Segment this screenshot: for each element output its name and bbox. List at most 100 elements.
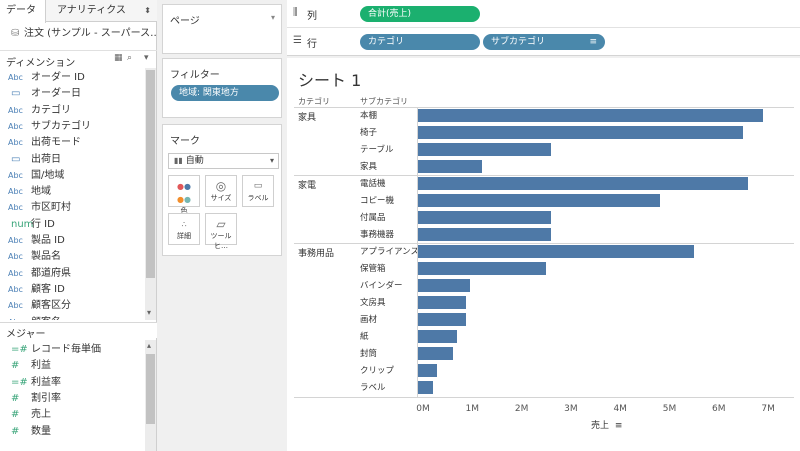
bar[interactable] bbox=[418, 211, 552, 224]
bar[interactable] bbox=[418, 347, 453, 360]
string-type-icon: Abc bbox=[8, 315, 30, 321]
size-button[interactable]: ◎ サイズ bbox=[205, 175, 237, 207]
field-item[interactable]: ▭ 出荷日 bbox=[0, 152, 144, 168]
field-item[interactable]: Abc 顧客区分 bbox=[0, 298, 144, 314]
field-item[interactable]: Abc 製品名 bbox=[0, 249, 144, 265]
field-item[interactable]: ▭ オーダー日 bbox=[0, 86, 144, 102]
field-item[interactable]: Abc 製品 ID bbox=[0, 233, 144, 249]
color-button[interactable]: ●● ●● 色 bbox=[168, 175, 200, 215]
detail-button[interactable]: ∴ 詳細 bbox=[168, 213, 200, 245]
subcategory-label[interactable]: 文房具 bbox=[360, 295, 386, 311]
scroll-down-icon[interactable]: ▾ bbox=[147, 308, 151, 317]
subcategory-label[interactable]: 付属品 bbox=[360, 210, 386, 226]
field-item[interactable]: Abc 地域 bbox=[0, 184, 144, 200]
measures-scroll-thumb[interactable] bbox=[146, 354, 155, 424]
tooltip-button[interactable]: ▱ ツールヒ… bbox=[205, 213, 237, 250]
sort-descending-icon[interactable]: ≡ bbox=[589, 34, 597, 50]
bar[interactable] bbox=[418, 296, 467, 309]
subcategory-label[interactable]: 家具 bbox=[360, 159, 377, 175]
dimensions-scroll-thumb[interactable] bbox=[146, 70, 155, 278]
data-source[interactable]: ⛁ 注文 (サンプル - スーパース… bbox=[0, 24, 157, 44]
subcategory-label[interactable]: 画材 bbox=[360, 312, 377, 328]
bar[interactable] bbox=[418, 313, 467, 326]
label-button[interactable]: ▭ ラベル bbox=[242, 175, 274, 207]
bar[interactable] bbox=[418, 245, 695, 258]
field-item[interactable]: # 数量 bbox=[0, 424, 144, 440]
tab-data[interactable]: データ bbox=[0, 0, 46, 23]
bar[interactable] bbox=[418, 126, 744, 139]
category-label[interactable]: 家具 bbox=[298, 110, 316, 123]
field-item[interactable]: =# レコード毎単価 bbox=[0, 342, 144, 358]
bar[interactable] bbox=[418, 262, 547, 275]
x-axis-tick-label: 5M bbox=[662, 404, 677, 414]
detail-icon: ∴ bbox=[181, 220, 187, 229]
rows-pill-subcategory[interactable]: サブカテゴリ ≡ bbox=[483, 34, 605, 50]
subcategory-label[interactable]: 封筒 bbox=[360, 346, 377, 362]
bar[interactable] bbox=[418, 177, 749, 190]
subcategory-label[interactable]: テーブル bbox=[360, 142, 394, 158]
field-item[interactable]: Abc 都道府県 bbox=[0, 266, 144, 282]
columns-pill-sales[interactable]: 合計(売上) bbox=[360, 6, 480, 22]
number-type-icon: # bbox=[11, 392, 20, 404]
subcategory-label[interactable]: 紙 bbox=[360, 329, 369, 345]
field-item[interactable]: Abc 市区町村 bbox=[0, 200, 144, 216]
field-item[interactable]: Abc オーダー ID bbox=[0, 70, 144, 86]
bar[interactable] bbox=[418, 109, 764, 122]
shelves-area: ⫼ 列 合計(売上) ☰ 行 カテゴリ サブカテゴリ ≡ bbox=[287, 0, 800, 56]
subcategory-label[interactable]: クリップ bbox=[360, 363, 394, 379]
cards-pane: ページ ▾ フィルター 地域: 関東地方 マーク ▮▮ 自動 ▾ ●● ●● 色 … bbox=[158, 0, 286, 451]
subcategory-label[interactable]: バインダー bbox=[360, 278, 403, 294]
bar[interactable] bbox=[418, 381, 433, 394]
field-item[interactable]: num 行 ID bbox=[0, 217, 144, 233]
rows-pill-category[interactable]: カテゴリ bbox=[360, 34, 480, 50]
bar[interactable] bbox=[418, 228, 552, 241]
x-axis-title[interactable]: 売上 ≡ bbox=[591, 418, 622, 431]
dimensions-list: Abc オーダー ID ▭ オーダー日 Abc カテゴリ Abc サブカテゴリ Abc 出荷モード… bbox=[0, 68, 144, 320]
subcategory-label[interactable]: 椅子 bbox=[360, 125, 377, 141]
subcategory-label[interactable]: 本棚 bbox=[360, 108, 377, 124]
dimensions-scrollbar[interactable]: ▾ bbox=[145, 68, 156, 320]
dimensions-menu-icon[interactable]: ▾ bbox=[144, 53, 149, 63]
grid-view-icon[interactable]: ▦ bbox=[114, 53, 123, 63]
columns-shelf[interactable]: ⫼ 列 合計(売上) bbox=[287, 0, 800, 28]
subcategory-label[interactable]: コピー機 bbox=[360, 193, 394, 209]
measures-scrollbar[interactable]: ▴ bbox=[145, 340, 156, 451]
field-item[interactable]: Abc顧客名 bbox=[0, 315, 144, 321]
bar[interactable] bbox=[418, 143, 552, 156]
subcategory-label[interactable]: 事務機器 bbox=[360, 227, 394, 243]
rows-shelf[interactable]: ☰ 行 カテゴリ サブカテゴリ ≡ bbox=[287, 28, 800, 56]
axis-sort-icon[interactable]: ≡ bbox=[615, 421, 623, 431]
pages-card-menu-icon[interactable]: ▾ bbox=[271, 13, 275, 22]
pages-card[interactable]: ページ ▾ bbox=[162, 4, 282, 54]
subcategory-label[interactable]: 保管箱 bbox=[360, 261, 386, 277]
field-item[interactable]: # 割引率 bbox=[0, 391, 144, 407]
tab-analytics-caret-icon[interactable]: ⬍ bbox=[144, 0, 151, 22]
subcategory-label[interactable]: アプライアンス bbox=[360, 244, 419, 260]
field-item[interactable]: Abc 国/地域 bbox=[0, 168, 144, 184]
category-label[interactable]: 家電 bbox=[298, 178, 316, 191]
field-item[interactable]: Abc サブカテゴリ bbox=[0, 119, 144, 135]
subcategory-label[interactable]: 電話機 bbox=[360, 176, 386, 192]
bar[interactable] bbox=[418, 279, 470, 292]
field-item[interactable]: Abc カテゴリ bbox=[0, 103, 144, 119]
filter-pill-region[interactable]: 地域: 関東地方 bbox=[171, 85, 279, 101]
subcategory-label[interactable]: ラベル bbox=[360, 380, 386, 396]
category-label[interactable]: 事務用品 bbox=[298, 246, 334, 259]
mark-type-dropdown[interactable]: ▮▮ 自動 ▾ bbox=[168, 153, 279, 169]
field-item[interactable]: Abc 顧客 ID bbox=[0, 282, 144, 298]
bar[interactable] bbox=[418, 194, 660, 207]
field-item[interactable]: =# 利益率 bbox=[0, 375, 144, 391]
columns-shelf-label: 列 bbox=[307, 11, 317, 22]
tab-analytics[interactable]: アナリティクス ⬍ bbox=[47, 0, 157, 22]
field-item[interactable]: Abc 出荷モード bbox=[0, 135, 144, 151]
scroll-up-icon[interactable]: ▴ bbox=[147, 341, 151, 350]
search-icon[interactable]: ⌕ bbox=[127, 53, 132, 63]
field-item[interactable]: # 売上 bbox=[0, 407, 144, 423]
axis-origin-line bbox=[417, 107, 418, 397]
bar[interactable] bbox=[418, 364, 437, 377]
field-item[interactable]: # 利益 bbox=[0, 358, 144, 374]
filters-card[interactable]: フィルター 地域: 関東地方 bbox=[162, 58, 282, 118]
bar[interactable] bbox=[418, 160, 483, 173]
string-type-icon: Abc bbox=[8, 73, 23, 82]
bar[interactable] bbox=[418, 330, 458, 343]
